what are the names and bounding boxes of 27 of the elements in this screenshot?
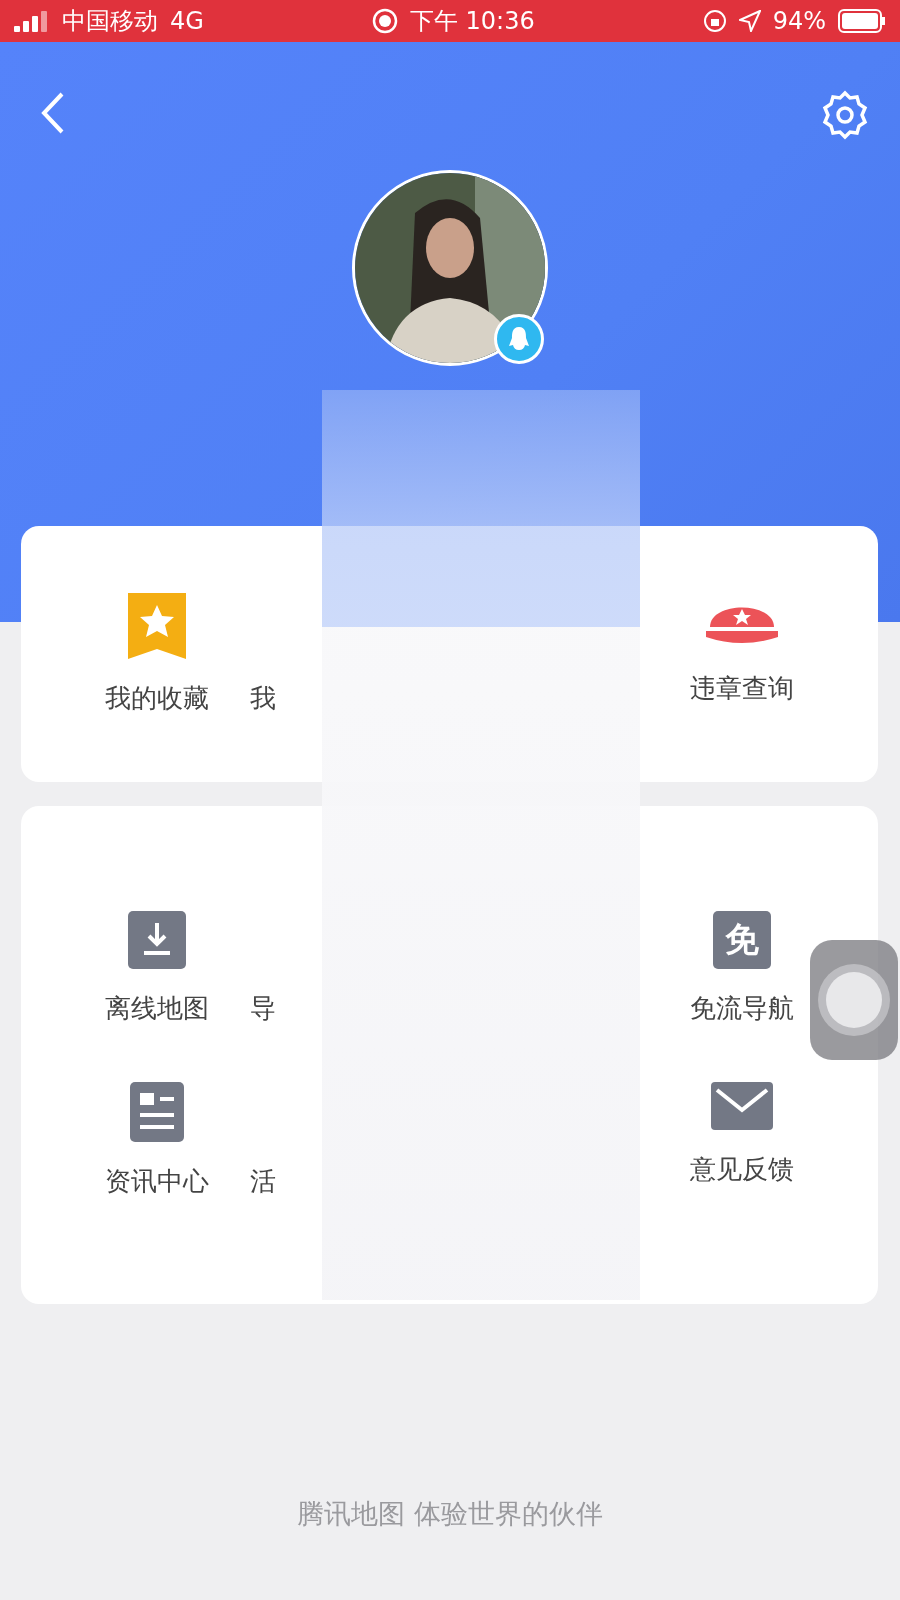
menu-item-label[interactable]: 活 (250, 1164, 277, 1199)
menu-item[interactable]: 违章查询 (690, 592, 795, 716)
news-icon (129, 1082, 184, 1142)
network-type: 4G (170, 7, 204, 35)
settings-icon[interactable] (820, 90, 870, 140)
battery-icon (838, 9, 886, 33)
carrier-name: 中国移动 (62, 6, 158, 37)
menu-item[interactable]: 离线地图 (104, 911, 209, 1026)
download-icon (127, 911, 186, 969)
menu-item[interactable]: 我的收藏 (104, 592, 209, 716)
footer-slogan: 腾讯地图 体验世界的伙伴 (297, 1498, 603, 1529)
menu-item[interactable]: 免 免流导航 (690, 911, 795, 1026)
location-arrow-icon (738, 10, 761, 32)
signal-icon (14, 10, 50, 32)
menu-item-label[interactable]: 我 (250, 680, 277, 716)
rotation-lock-icon (702, 9, 727, 33)
bookmark-star-icon (127, 592, 186, 659)
menu-item[interactable]: 资讯中心 (104, 1082, 209, 1199)
penguin-icon (508, 326, 530, 352)
menu-item-label[interactable]: 导 (250, 991, 277, 1026)
mian-glyph-icon: 免 (713, 911, 772, 969)
record-icon (371, 8, 398, 34)
menu-item[interactable]: 意见反馈 (690, 1082, 795, 1199)
mail-icon (711, 1082, 774, 1130)
battery-percent: 94% (772, 7, 826, 35)
assistive-touch-button[interactable] (810, 940, 898, 1060)
status-time: 下午 10:36 (409, 6, 535, 37)
